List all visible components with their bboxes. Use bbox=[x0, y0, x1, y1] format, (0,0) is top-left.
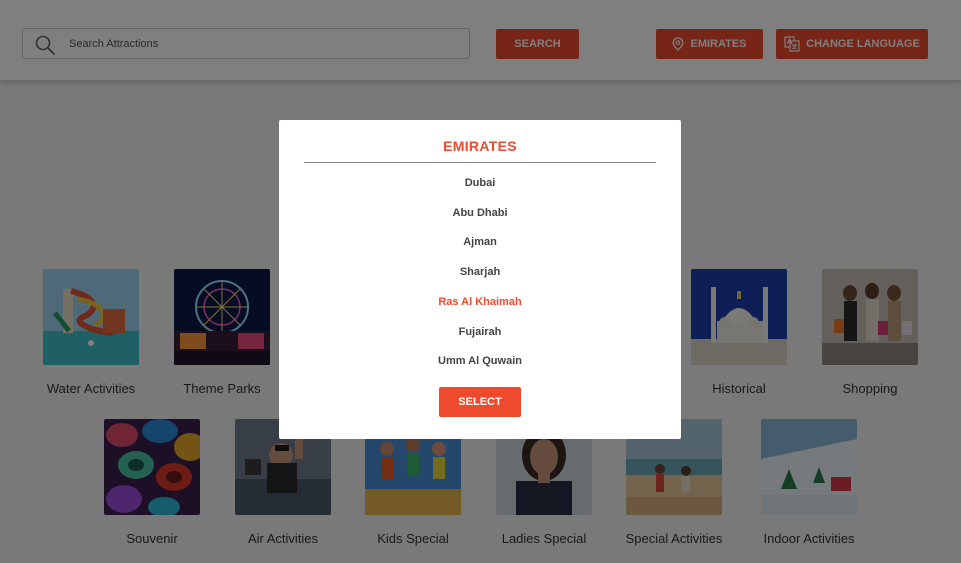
emirate-option-sharjah[interactable]: Sharjah bbox=[304, 266, 656, 278]
emirate-option-ras-al-khaimah[interactable]: Ras Al Khaimah bbox=[304, 296, 656, 308]
emirates-modal: EMIRATES Dubai Abu Dhabi Ajman Sharjah R… bbox=[279, 120, 681, 439]
emirate-option-fujairah[interactable]: Fujairah bbox=[304, 326, 656, 338]
emirate-option-dubai[interactable]: Dubai bbox=[304, 177, 656, 189]
emirate-option-ajman[interactable]: Ajman bbox=[304, 236, 656, 248]
select-button-label: SELECT bbox=[458, 396, 502, 408]
modal-title: EMIRATES bbox=[443, 138, 517, 154]
emirate-option-abu-dhabi[interactable]: Abu Dhabi bbox=[304, 207, 656, 219]
emirate-option-umm-al-quwain[interactable]: Umm Al Quwain bbox=[304, 355, 656, 367]
modal-divider bbox=[304, 162, 656, 163]
select-button[interactable]: SELECT bbox=[439, 387, 521, 417]
